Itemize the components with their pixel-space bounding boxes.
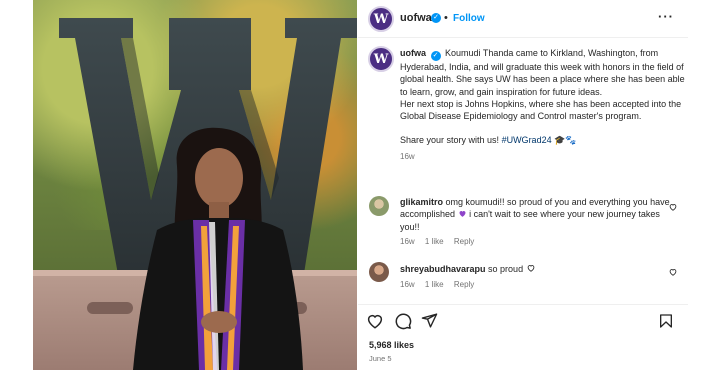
plaque	[87, 302, 133, 314]
verified-badge-icon: ✓	[430, 51, 441, 61]
purple-heart-icon	[459, 211, 466, 218]
reply-button[interactable]: Reply	[454, 280, 474, 289]
caption-emoji: 🎓🐾	[554, 135, 577, 146]
reply-button[interactable]: Reply	[454, 237, 474, 246]
action-bar	[366, 312, 686, 332]
logo-letter: W	[373, 51, 389, 67]
separator-dot: •	[444, 12, 448, 24]
heart-icon[interactable]	[668, 202, 678, 212]
comment-bubble-icon[interactable]	[394, 312, 412, 330]
paper-plane-icon[interactable]	[421, 312, 438, 329]
account-handle[interactable]: uofwa	[400, 12, 432, 24]
bookmark-icon[interactable]	[658, 312, 674, 330]
hashtag-link[interactable]: #UWGrad24	[502, 135, 552, 145]
post-date: June 5	[369, 354, 392, 363]
graduate	[133, 127, 303, 370]
more-horizontal-icon[interactable]: ···	[658, 9, 674, 24]
post-photo[interactable]	[33, 0, 357, 370]
action-divider	[358, 304, 688, 305]
comment-likes[interactable]: 1 like	[425, 237, 444, 246]
heart-icon[interactable]	[668, 267, 678, 277]
account-avatar[interactable]: W	[368, 6, 394, 32]
comment-age: 16w	[400, 237, 415, 246]
comment-text: so proud	[488, 264, 524, 274]
commenter-avatar[interactable]	[369, 196, 389, 216]
heart-icon[interactable]	[366, 312, 384, 330]
instagram-post: W uofwa ✓ • Follow ··· W uofwa ✓ Koumudi…	[0, 0, 713, 370]
page-margin	[688, 0, 713, 370]
caption-paragraph-1: Koumudi Thanda came to Kirkland, Washing…	[400, 48, 685, 97]
post-caption: uofwa ✓ Koumudi Thanda came to Kirkland,…	[400, 47, 690, 163]
comment-likes[interactable]: 1 like	[425, 280, 444, 289]
comment-age: 16w	[400, 280, 415, 289]
follow-button[interactable]: Follow	[453, 13, 485, 24]
logo-letter: W	[373, 11, 389, 27]
commenter-avatar[interactable]	[369, 262, 389, 282]
comment-username[interactable]: shreyabudhavarapu	[400, 264, 486, 274]
caption-avatar[interactable]: W	[368, 46, 394, 72]
caption-handle[interactable]: uofwa	[400, 48, 426, 58]
caption-paragraph-2: Her next stop is Johns Hopkins, where sh…	[400, 98, 682, 122]
caption-paragraph-3: Share your story with us!	[400, 135, 500, 146]
like-count[interactable]: 5,968 likes	[369, 340, 414, 350]
comment-username[interactable]: glikamitro	[400, 197, 443, 207]
verified-badge-icon: ✓	[431, 13, 441, 23]
caption-age: 16w	[400, 151, 415, 161]
outline-heart-icon	[527, 265, 534, 272]
